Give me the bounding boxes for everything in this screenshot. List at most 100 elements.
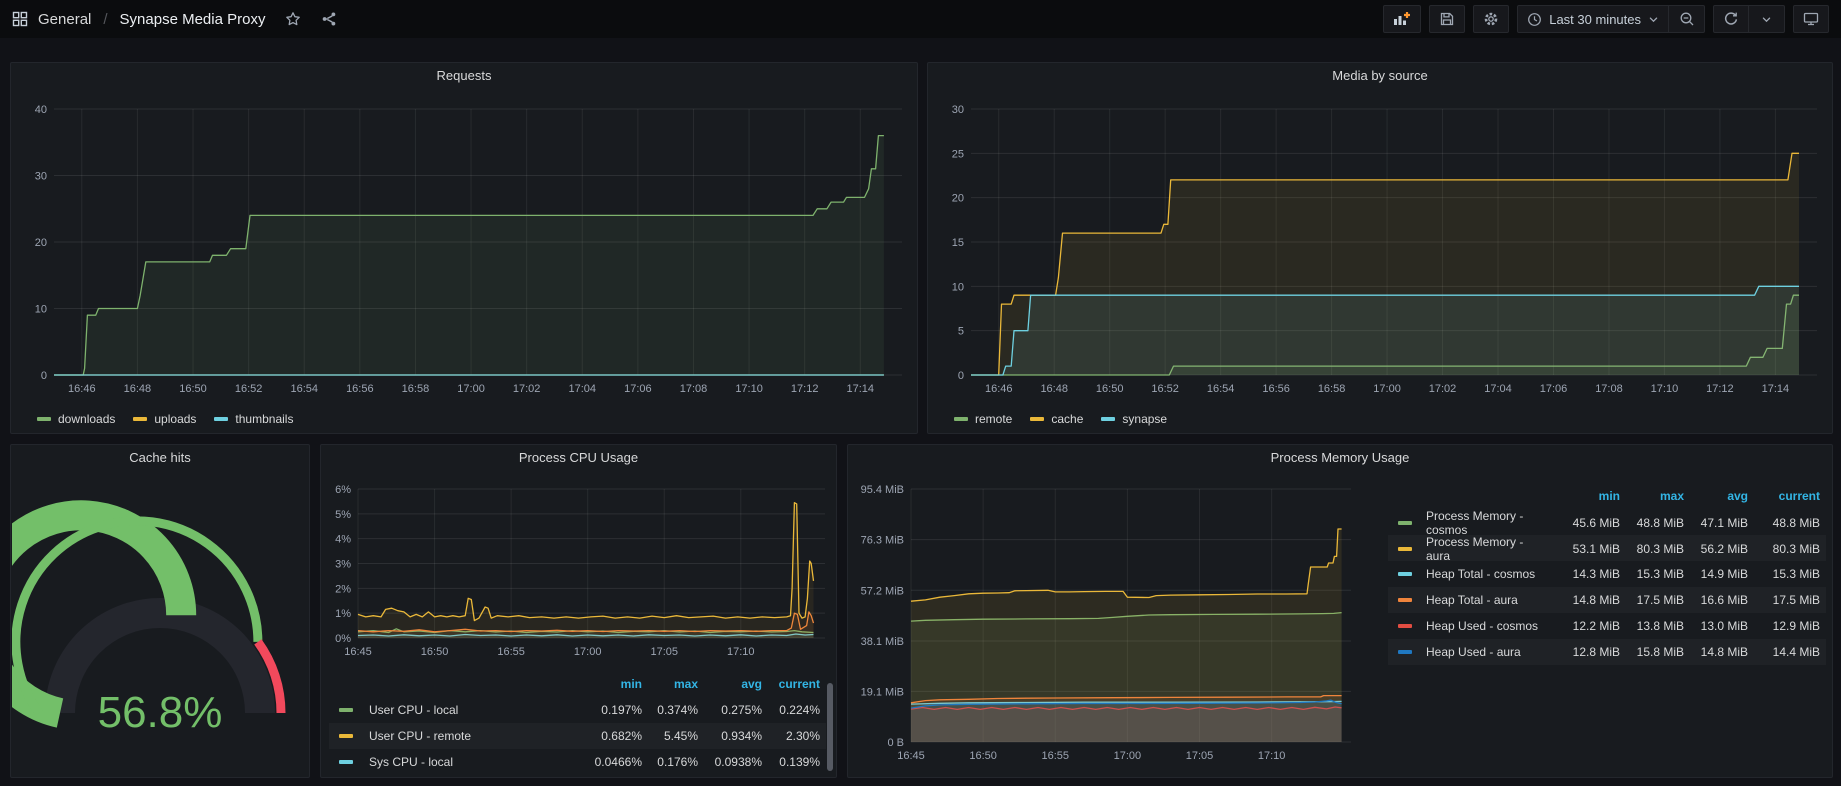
panel-title-process-cpu[interactable]: Process CPU Usage: [321, 445, 836, 471]
svg-text:0 B: 0 B: [887, 737, 904, 749]
legend-col-min[interactable]: min: [580, 677, 642, 691]
svg-text:16:45: 16:45: [344, 646, 372, 658]
svg-text:16:58: 16:58: [402, 383, 430, 395]
legend-item-synapse[interactable]: synapse: [1101, 412, 1167, 426]
svg-text:16:52: 16:52: [235, 383, 263, 395]
legend-label[interactable]: Heap Total - aura: [1422, 593, 1548, 607]
time-range-label: Last 30 minutes: [1549, 12, 1641, 27]
legend-value: 0.139%: [762, 755, 820, 769]
legend-col-max[interactable]: max: [1620, 489, 1684, 503]
legend-value: 0.0466%: [580, 755, 642, 769]
panel-title-media-by-source[interactable]: Media by source: [928, 63, 1832, 89]
legend-value: 48.8 MiB: [1748, 516, 1820, 530]
svg-text:5%: 5%: [335, 509, 351, 521]
breadcrumb: General / Synapse Media Proxy: [12, 11, 337, 28]
svg-text:30: 30: [35, 171, 47, 183]
requests-legend: downloads uploads thumbnails: [37, 412, 293, 426]
legend-value: 14.3 MiB: [1548, 567, 1620, 581]
media-by-source-legend: remote cache synapse: [954, 412, 1167, 426]
legend-value: 14.8 MiB: [1548, 593, 1620, 607]
legend-item-remote[interactable]: remote: [954, 412, 1012, 426]
legend-table-row: User CPU - local0.197%0.374%0.275%0.224%: [329, 697, 826, 723]
legend-label[interactable]: Heap Used - aura: [1422, 645, 1548, 659]
svg-text:17:12: 17:12: [1706, 383, 1734, 395]
svg-text:16:48: 16:48: [1040, 383, 1068, 395]
legend-label[interactable]: Sys CPU - local: [365, 755, 580, 769]
panel-title-cache-hits[interactable]: Cache hits: [11, 445, 309, 471]
legend-label[interactable]: Process Memory - cosmos: [1422, 509, 1548, 537]
svg-text:38.1 MiB: 38.1 MiB: [861, 636, 904, 648]
svg-text:20: 20: [952, 193, 964, 205]
time-range-picker[interactable]: Last 30 minutes: [1517, 5, 1669, 33]
svg-text:16:55: 16:55: [1041, 750, 1069, 762]
refresh-button[interactable]: [1713, 5, 1749, 33]
media-by-source-plot: 16:4616:4816:5016:5216:5416:5616:5817:00…: [929, 89, 1831, 432]
legend-value: 0.374%: [642, 703, 698, 717]
svg-text:17:02: 17:02: [513, 383, 541, 395]
breadcrumb-folder[interactable]: General: [38, 11, 91, 28]
zoom-out-button[interactable]: [1669, 5, 1705, 33]
legend-value: 0.934%: [698, 729, 762, 743]
legend-col-current[interactable]: current: [762, 677, 820, 691]
legend-value: 0.0938%: [698, 755, 762, 769]
legend-label[interactable]: User CPU - local: [365, 703, 580, 717]
legend-swatch: [214, 417, 228, 421]
legend-value: 56.2 MiB: [1684, 542, 1748, 556]
share-icon[interactable]: [321, 11, 337, 27]
legend-label[interactable]: User CPU - remote: [365, 729, 580, 743]
legend-item-downloads[interactable]: downloads: [37, 412, 115, 426]
legend-label: cache: [1051, 412, 1083, 426]
gauge-value: 56.8%: [98, 688, 223, 737]
legend-value: 14.4 MiB: [1748, 645, 1820, 659]
add-panel-button[interactable]: [1383, 5, 1421, 33]
panel-title-requests[interactable]: Requests: [11, 63, 917, 89]
svg-text:17:10: 17:10: [727, 646, 755, 658]
legend-col-avg[interactable]: avg: [1684, 489, 1748, 503]
legend-swatch: [954, 417, 968, 421]
svg-text:15: 15: [952, 237, 964, 249]
svg-text:17:06: 17:06: [624, 383, 652, 395]
monitor-icon: [1803, 11, 1819, 27]
legend-item-uploads[interactable]: uploads: [133, 412, 196, 426]
legend-label[interactable]: Process Memory - aura: [1422, 535, 1548, 563]
legend-col-avg[interactable]: avg: [698, 677, 762, 691]
svg-text:0%: 0%: [335, 633, 351, 645]
legend-item-thumbnails[interactable]: thumbnails: [214, 412, 293, 426]
svg-text:25: 25: [952, 148, 964, 160]
cycle-view-mode-button[interactable]: [1793, 5, 1829, 33]
apps-grid-icon[interactable]: [12, 11, 28, 27]
legend-col-current[interactable]: current: [1748, 489, 1820, 503]
legend-col-max[interactable]: max: [642, 677, 698, 691]
legend-label: remote: [975, 412, 1012, 426]
save-dashboard-button[interactable]: [1429, 5, 1465, 33]
legend-swatch: [1398, 598, 1412, 602]
legend-label: synapse: [1122, 412, 1167, 426]
legend-value: 5.45%: [642, 729, 698, 743]
media-by-source-chart: 16:4616:4816:5016:5216:5416:5616:5817:00…: [929, 89, 1831, 432]
legend-value: 45.6 MiB: [1548, 516, 1620, 530]
svg-text:17:05: 17:05: [1186, 750, 1214, 762]
refresh-interval-dropdown[interactable]: [1749, 5, 1785, 33]
chevron-down-icon: [1761, 14, 1772, 25]
svg-text:16:45: 16:45: [897, 750, 925, 762]
legend-scrollbar[interactable]: [827, 683, 833, 771]
breadcrumb-separator: /: [103, 11, 107, 28]
star-icon[interactable]: [285, 11, 301, 27]
panel-process-memory: Process Memory Usage 16:4516:5016:5517:0…: [847, 444, 1833, 778]
legend-item-cache[interactable]: cache: [1030, 412, 1083, 426]
svg-text:16:50: 16:50: [1096, 383, 1124, 395]
dashboard-settings-button[interactable]: [1473, 5, 1509, 33]
svg-text:16:55: 16:55: [497, 646, 525, 658]
dashboard-title[interactable]: Synapse Media Proxy: [120, 11, 266, 28]
legend-label[interactable]: Heap Used - cosmos: [1422, 619, 1548, 633]
legend-label[interactable]: Heap Total - cosmos: [1422, 567, 1548, 581]
legend-value: 15.3 MiB: [1748, 567, 1820, 581]
legend-swatch: [1398, 521, 1412, 525]
legend-value: 16.6 MiB: [1684, 593, 1748, 607]
svg-text:30: 30: [952, 104, 964, 116]
panel-title-process-memory[interactable]: Process Memory Usage: [848, 445, 1832, 471]
chevron-down-icon: [1648, 14, 1659, 25]
dashboard-header: General / Synapse Media Proxy: [0, 0, 1841, 38]
legend-value: 80.3 MiB: [1620, 542, 1684, 556]
legend-col-min[interactable]: min: [1548, 489, 1620, 503]
